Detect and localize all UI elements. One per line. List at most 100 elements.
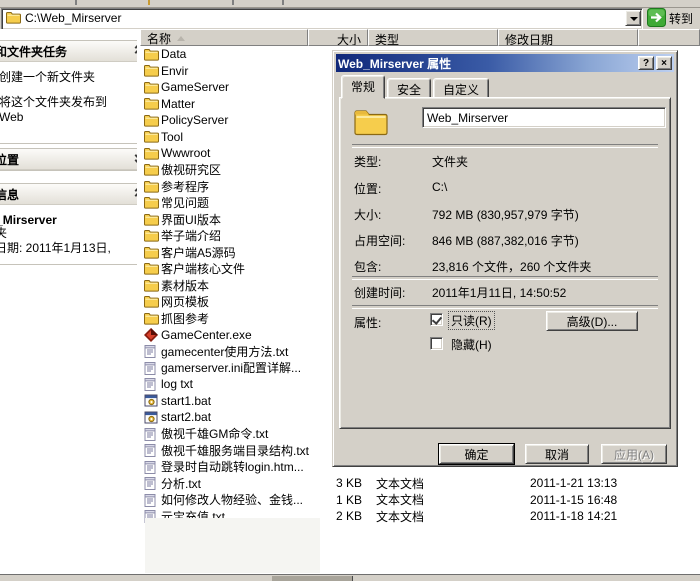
task-link[interactable]: 创建一个新文件夹	[0, 70, 115, 85]
toolbar-separator	[148, 0, 150, 5]
file-name: Data	[161, 47, 186, 61]
places-section-header[interactable]: 其它位置	[0, 149, 137, 170]
file-name-cell: 素材版本	[140, 277, 308, 294]
file-name-cell: 网页模板	[140, 293, 308, 310]
section-title: 详细信息	[0, 186, 19, 203]
info-label: 创建时间:	[354, 284, 405, 301]
file-name: gamerserver.ini配置详解...	[161, 359, 301, 376]
go-button[interactable]: 转到	[645, 8, 695, 29]
column-header-size[interactable]: 大小	[308, 29, 368, 46]
hidden-checkbox[interactable]	[430, 337, 443, 350]
column-headers: 名称 大小 类型 修改日期	[140, 29, 700, 46]
folder-icon	[144, 295, 161, 308]
details-section-body: Web_Mirserver 文件夹 修改日期: 2011年1月13日,	[0, 205, 137, 264]
bat-file-icon	[144, 411, 161, 424]
places-section: 其它位置	[0, 148, 137, 171]
file-name: Envir	[161, 64, 188, 78]
file-name-cell: Tool	[140, 130, 308, 144]
dialog-title: Web_Mirserver 属性	[338, 55, 636, 72]
file-name-cell: PolicyServer	[140, 113, 308, 127]
file-name-cell: start1.bat	[140, 394, 308, 408]
go-label: 转到	[669, 10, 693, 27]
column-label: 名称	[147, 30, 171, 47]
file-name: 网页模板	[161, 293, 209, 310]
file-name-cell: Matter	[140, 97, 308, 111]
txt-file-icon	[144, 460, 161, 474]
folder-icon	[144, 246, 161, 259]
file-name: Tool	[161, 130, 183, 144]
address-dropdown-button[interactable]	[625, 10, 641, 26]
tasks-section-header[interactable]: 文件和文件夹任务	[0, 41, 137, 62]
tab-security[interactable]: 安全	[387, 78, 431, 99]
close-button[interactable]: ×	[656, 56, 672, 70]
info-value: 2011年1月11日, 14:50:52	[432, 284, 566, 301]
file-name-cell: 参考程序	[140, 178, 308, 195]
folder-icon	[144, 48, 161, 61]
file-name: 界面UI版本	[161, 211, 221, 228]
info-row-size-on-disk: 占用空间: 846 MB (887,382,016 字节)	[340, 232, 670, 248]
column-header-type[interactable]: 类型	[368, 29, 498, 46]
separator	[352, 305, 658, 309]
folder-icon	[144, 213, 161, 226]
collapse-icon[interactable]	[133, 189, 137, 199]
file-name-cell: 如何修改人物经验、金钱...	[140, 491, 308, 508]
folder-name-input[interactable]	[422, 107, 666, 128]
file-name-cell: 举子端介绍	[140, 227, 308, 244]
dialog-titlebar[interactable]: Web_Mirserver 属性 ? ×	[336, 54, 674, 72]
tab-general[interactable]: 常规	[341, 75, 385, 99]
file-size: 3 KB	[308, 476, 368, 490]
tab-customize[interactable]: 自定义	[433, 78, 489, 99]
info-value: C:\	[432, 180, 447, 194]
ok-button[interactable]: 确定	[439, 444, 514, 464]
toolbar-separator	[232, 0, 234, 5]
file-name-cell: GameCenter.exe	[140, 328, 308, 342]
taskbar-segment	[272, 576, 353, 581]
apply-button[interactable]: 应用(A)	[601, 444, 667, 464]
list-item[interactable]: 分析.txt 3 KB 文本文档 2011-1-21 13:13	[140, 475, 700, 492]
bat-file-icon	[144, 394, 161, 407]
attributes-label: 属性:	[354, 314, 381, 331]
readonly-checkbox[interactable]	[430, 313, 443, 326]
cancel-button[interactable]: 取消	[525, 444, 589, 464]
explorer-window: C:\Web_Mirserver 转到 文件和文件夹任务 创建一个新文件夹将这个…	[0, 0, 700, 581]
folder-icon	[144, 81, 161, 94]
separator	[352, 276, 658, 280]
folder-icon	[144, 279, 161, 292]
file-name: 参考程序	[161, 178, 209, 195]
info-label: 大小:	[354, 206, 381, 223]
readonly-label: 只读(R)	[449, 312, 494, 329]
info-label: 位置:	[354, 180, 381, 197]
info-label: 占用空间:	[354, 232, 405, 249]
file-name: 抓图参考	[161, 310, 209, 327]
list-item[interactable]: 如何修改人物经验、金钱... 1 KB 文本文档 2011-1-15 16:48	[140, 492, 700, 509]
file-name: 傲视千雄服务端目录结构.txt	[161, 442, 309, 459]
file-modified: 2011-1-18 14:21	[498, 509, 638, 523]
column-header-modified[interactable]: 修改日期	[498, 29, 638, 46]
details-section-header[interactable]: 详细信息	[0, 184, 137, 205]
details-folder-kind: 文件夹	[0, 227, 137, 240]
task-link[interactable]: 将这个文件夹发布到 Web	[0, 95, 115, 125]
file-name-cell: 登录时自动跳转login.htm...	[140, 458, 308, 475]
txt-file-icon	[144, 476, 161, 490]
column-header-name[interactable]: 名称	[140, 29, 308, 46]
address-combobox[interactable]: C:\Web_Mirserver	[1, 8, 643, 30]
file-type: 文本文档	[368, 508, 498, 525]
file-name: 如何修改人物经验、金钱...	[161, 491, 303, 508]
file-size: 1 KB	[308, 493, 368, 507]
txt-file-icon	[144, 344, 161, 358]
exe-file-icon	[144, 328, 161, 342]
expand-icon[interactable]	[133, 154, 137, 164]
hidden-label: 隐藏(H)	[449, 336, 494, 353]
file-name: start1.bat	[161, 394, 211, 408]
help-button[interactable]: ?	[638, 56, 654, 70]
folder-icon	[144, 114, 161, 127]
file-name: 常见问题	[161, 194, 209, 211]
file-name: 登录时自动跳转login.htm...	[161, 458, 304, 475]
collapse-icon[interactable]	[133, 46, 137, 56]
task-pane: 文件和文件夹任务 创建一个新文件夹将这个文件夹发布到 Web 其它位置 详细信息…	[0, 29, 137, 574]
sort-asc-icon	[177, 32, 185, 41]
file-name-cell: 分析.txt	[140, 475, 308, 492]
info-label: 包含:	[354, 258, 381, 275]
advanced-button[interactable]: 高级(D)...	[546, 311, 638, 331]
tasks-section: 文件和文件夹任务 创建一个新文件夹将这个文件夹发布到 Web	[0, 40, 137, 144]
